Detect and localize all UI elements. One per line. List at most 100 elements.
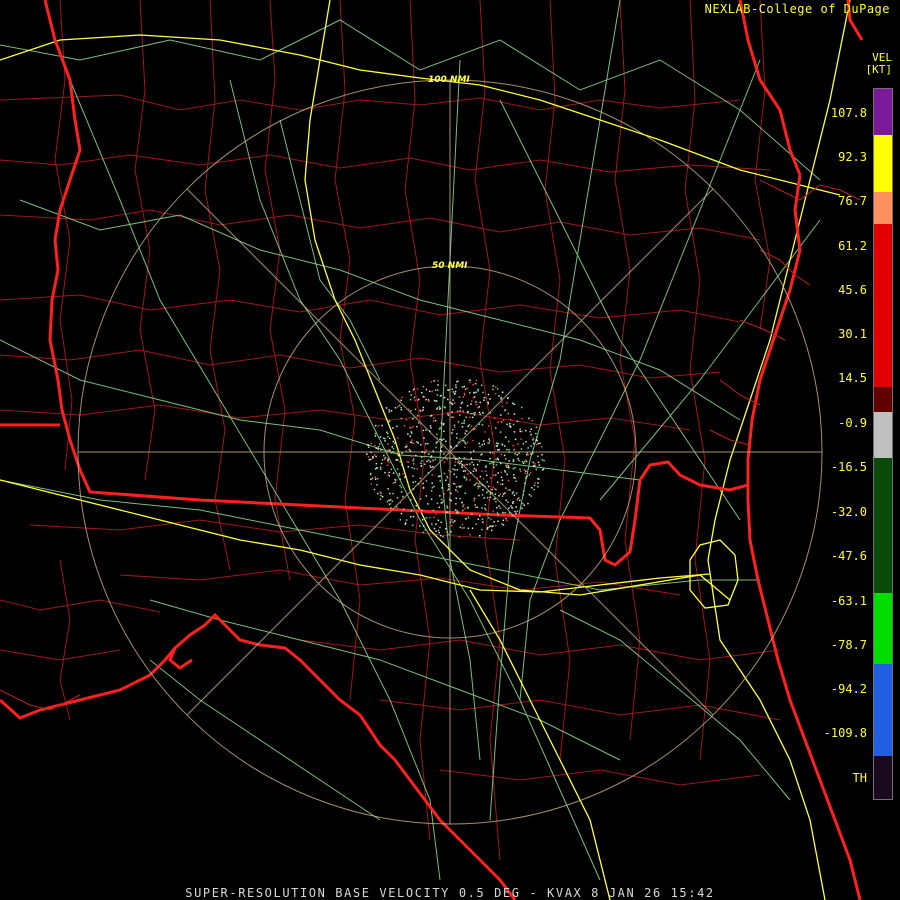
echo-pixel <box>374 435 377 437</box>
echo-pixel <box>437 529 440 532</box>
echo-pixel <box>388 471 390 474</box>
echo-pixel <box>379 498 382 500</box>
echo-pixel <box>488 440 491 442</box>
echo-pixel <box>462 396 464 398</box>
echo-pixel <box>516 499 518 501</box>
echo-pixel <box>407 483 410 486</box>
echo-pixel <box>473 414 476 416</box>
echo-pixel <box>456 437 458 439</box>
echo-pixel <box>454 509 457 511</box>
echo-pixel <box>502 511 504 514</box>
echo-pixel <box>457 511 459 514</box>
echo-pixel <box>489 462 491 465</box>
echo-pixel <box>436 394 439 396</box>
echo-pixel <box>406 461 409 463</box>
echo-pixel <box>482 484 484 487</box>
legend-label: 61.2 <box>838 239 867 253</box>
echo-pixel <box>390 510 393 512</box>
echo-pixel <box>390 507 392 509</box>
echo-pixel <box>488 438 490 440</box>
echo-pixel <box>471 527 474 529</box>
echo-pixel <box>410 516 412 518</box>
echo-pixel <box>527 454 529 456</box>
legend-title-line2: [KT] <box>865 63 893 76</box>
echo-pixel <box>390 451 393 454</box>
legend-label: -47.6 <box>830 549 867 563</box>
echo-pixel <box>466 441 469 444</box>
echo-pixel <box>425 480 428 482</box>
echo-pixel <box>388 503 391 506</box>
echo-pixel <box>400 486 403 489</box>
echo-pixel <box>406 446 408 448</box>
echo-pixel <box>425 449 428 452</box>
echo-pixel <box>463 392 466 395</box>
echo-pixel <box>469 392 471 394</box>
echo-pixel <box>387 443 389 445</box>
echo-pixel <box>464 388 467 390</box>
echo-pixel <box>447 398 449 401</box>
echo-pixel <box>388 411 391 413</box>
echo-pixel <box>435 523 437 525</box>
echo-pixel <box>464 470 466 472</box>
echo-pixel <box>484 397 486 399</box>
echo-pixel <box>478 460 481 462</box>
echo-pixel <box>451 402 453 405</box>
echo-pixel <box>447 411 449 414</box>
echo-pixel <box>431 486 434 489</box>
echo-pixel <box>446 531 448 533</box>
echo-pixel <box>502 524 505 526</box>
echo-pixel <box>453 426 456 428</box>
echo-pixel <box>404 522 407 524</box>
echo-pixel <box>537 482 539 484</box>
echo-pixel <box>450 492 452 495</box>
legend-label: -63.1 <box>830 594 867 608</box>
echo-pixel <box>513 476 515 479</box>
echo-pixel <box>454 483 456 485</box>
echo-pixel <box>422 406 425 409</box>
echo-pixel <box>403 425 406 427</box>
echo-pixel <box>400 512 403 515</box>
echo-pixel <box>412 475 414 477</box>
echo-pixel <box>370 451 372 453</box>
echo-pixel <box>510 418 512 421</box>
echo-pixel <box>484 431 486 433</box>
echo-pixel <box>501 443 503 445</box>
echo-pixel <box>495 386 497 388</box>
echo-pixel <box>429 465 431 467</box>
echo-pixel <box>433 527 436 530</box>
echo-pixel <box>433 380 435 382</box>
echo-pixel <box>412 459 414 462</box>
echo-pixel <box>537 455 539 458</box>
echo-pixel <box>505 487 507 489</box>
echo-pixel <box>445 528 447 530</box>
echo-pixel <box>484 507 486 510</box>
echo-pixel <box>461 386 464 388</box>
echo-pixel <box>385 407 388 409</box>
echo-pixel <box>464 507 466 510</box>
echo-pixel <box>438 531 441 534</box>
echo-pixel <box>502 519 504 522</box>
echo-pixel <box>452 399 454 401</box>
echo-pixel <box>469 479 471 481</box>
echo-pixel <box>470 425 473 427</box>
echo-pixel <box>405 450 408 452</box>
roads <box>0 0 821 881</box>
echo-pixel <box>381 459 384 461</box>
echo-pixel <box>429 516 431 519</box>
echo-pixel <box>518 459 520 462</box>
echo-pixel <box>443 493 446 495</box>
county-borders <box>0 0 781 861</box>
echo-pixel <box>384 456 387 459</box>
echo-pixel <box>491 462 493 464</box>
echo-pixel <box>390 410 393 412</box>
echo-pixel <box>455 486 458 488</box>
echo-pixel <box>422 429 425 432</box>
echo-pixel <box>467 473 469 475</box>
echo-pixel <box>380 449 382 451</box>
echo-pixel <box>410 409 412 412</box>
echo-pixel <box>466 387 468 390</box>
echo-pixel <box>427 472 430 474</box>
echo-pixel <box>513 448 515 451</box>
echo-pixel <box>461 439 464 442</box>
echo-pixel <box>479 475 482 478</box>
